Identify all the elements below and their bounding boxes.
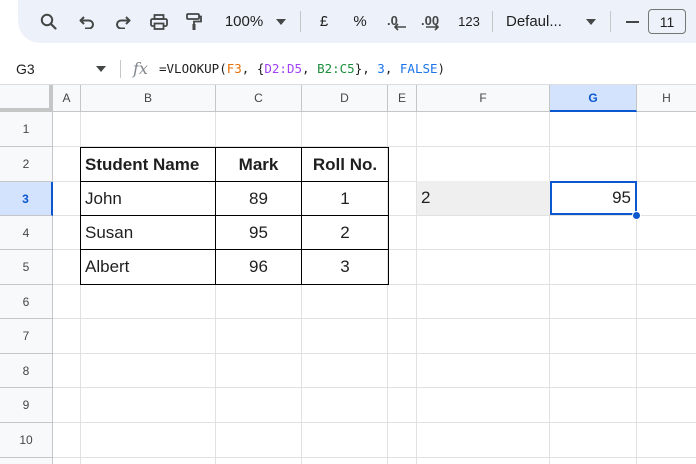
name-box-dropdown-icon[interactable]: [96, 52, 106, 85]
font-size-input[interactable]: 11: [648, 9, 686, 34]
gridline: [549, 112, 550, 464]
formula-bar-divider: [120, 60, 121, 78]
column-header-d[interactable]: D: [302, 85, 388, 112]
column-header-g[interactable]: G: [550, 85, 637, 112]
table-cell[interactable]: 1: [302, 182, 388, 215]
toolbar-divider: [610, 11, 611, 32]
search-menus-icon[interactable]: [36, 0, 60, 43]
formula-token: FALSE: [399, 61, 438, 76]
table-cell[interactable]: Albert: [81, 250, 215, 284]
formula-token: ,: [302, 61, 318, 76]
column-header-c[interactable]: C: [216, 85, 302, 112]
toolbar: 100% £ % .0 .00 123 Defaul... 11: [0, 0, 696, 52]
table-cell[interactable]: 3: [302, 250, 388, 284]
zoom-dropdown-icon[interactable]: [274, 0, 288, 43]
column-header-e[interactable]: E: [388, 85, 417, 112]
row-header-11[interactable]: [0, 458, 53, 464]
increase-decimal-icon[interactable]: .00: [419, 0, 447, 43]
formula-token: B2:C5: [317, 61, 355, 76]
table-cell[interactable]: 89: [216, 182, 301, 215]
toolbar-divider: [300, 11, 301, 32]
table-cell[interactable]: 2: [302, 216, 388, 249]
formula-token: D2:D5: [264, 61, 303, 76]
column-header-a[interactable]: A: [53, 85, 81, 112]
fill-handle[interactable]: [632, 211, 641, 220]
row-header-4[interactable]: 4: [0, 216, 53, 250]
decrease-font-size-icon[interactable]: [622, 0, 642, 43]
currency-format-button[interactable]: £: [314, 0, 334, 43]
redo-icon[interactable]: [111, 0, 135, 43]
gridline: [53, 353, 696, 354]
formula-token: , {: [241, 61, 265, 76]
row-header-10[interactable]: 10: [0, 423, 53, 458]
row-header-1[interactable]: 1: [0, 112, 53, 147]
paint-format-icon[interactable]: [182, 0, 206, 43]
select-all-corner[interactable]: [0, 85, 53, 112]
gridline: [53, 457, 696, 458]
font-dropdown-icon[interactable]: [584, 0, 598, 43]
row-header-6[interactable]: 6: [0, 285, 53, 319]
formula-token: 3: [377, 61, 385, 76]
table-border: [388, 147, 389, 285]
column-header-h[interactable]: H: [637, 85, 696, 112]
row-header-2[interactable]: 2: [0, 147, 53, 182]
formula-token: =VLOOKUP(: [159, 61, 227, 76]
toolbar-bar: 100% £ % .0 .00 123 Defaul...: [18, 0, 696, 43]
table-cell[interactable]: 95: [216, 216, 301, 249]
undo-icon[interactable]: [75, 0, 99, 43]
gridline: [416, 112, 417, 464]
formula-bar: G3 fx =VLOOKUP(F3, {D2:D5, B2:C5}, 3, FA…: [0, 52, 696, 85]
more-formats-button[interactable]: 123: [454, 0, 484, 43]
table-header-cell[interactable]: Mark: [216, 148, 301, 181]
formula-token: },: [354, 61, 378, 76]
toolbar-divider: [492, 11, 493, 32]
font-family-select[interactable]: Defaul...: [506, 0, 582, 43]
print-icon[interactable]: [147, 0, 171, 43]
zoom-value[interactable]: 100%: [220, 0, 268, 43]
fx-icon: fx: [133, 59, 148, 78]
name-box[interactable]: G3: [16, 52, 35, 85]
table-header-cell[interactable]: Roll No.: [302, 148, 388, 181]
decrease-decimal-icon[interactable]: .0: [384, 0, 410, 43]
table-border: [80, 284, 389, 285]
formula-token: ,: [384, 61, 400, 76]
gridline: [53, 387, 696, 388]
row-header-9[interactable]: 9: [0, 388, 53, 423]
table-cell[interactable]: 96: [216, 250, 301, 284]
gridline: [53, 318, 696, 319]
table-cell[interactable]: Susan: [81, 216, 215, 249]
gridline: [636, 112, 637, 464]
table-header-cell[interactable]: Student Name: [81, 148, 215, 181]
row-header-3[interactable]: 3: [0, 182, 53, 216]
formula-token: F3: [226, 61, 242, 76]
active-cell-outline: [550, 181, 637, 215]
formula-token: ): [437, 61, 446, 76]
row-header-5[interactable]: 5: [0, 250, 53, 285]
cell-f3[interactable]: 2: [417, 181, 550, 215]
column-header-b[interactable]: B: [81, 85, 216, 112]
row-header-8[interactable]: 8: [0, 354, 53, 388]
gridline: [53, 422, 696, 423]
formula-input[interactable]: =VLOOKUP(F3, {D2:D5, B2:C5}, 3, FALSE): [159, 52, 445, 85]
table-cell[interactable]: John: [81, 182, 215, 215]
percent-format-button[interactable]: %: [350, 0, 370, 43]
row-header-7[interactable]: 7: [0, 319, 53, 354]
column-header-f[interactable]: F: [417, 85, 550, 112]
